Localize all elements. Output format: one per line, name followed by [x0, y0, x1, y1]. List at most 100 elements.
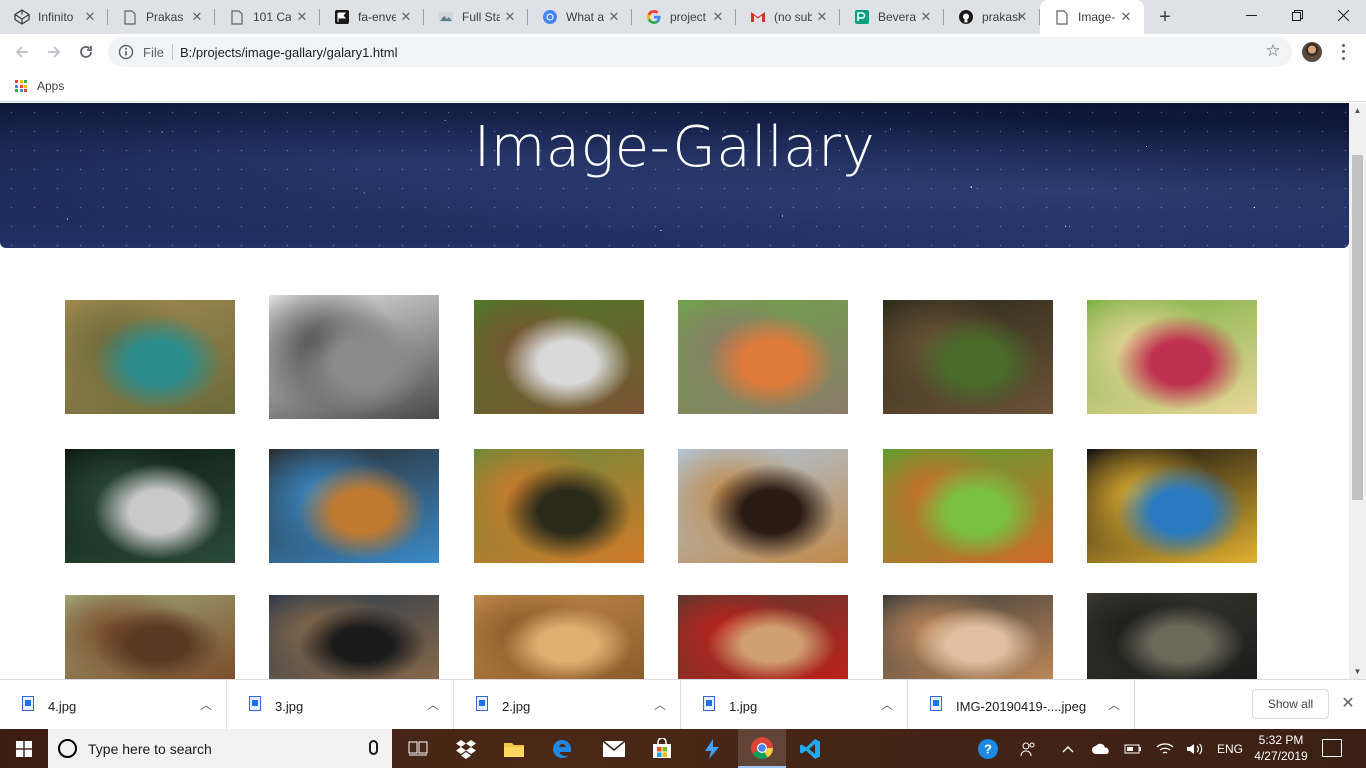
tab-infinito[interactable]: Infinito ✕	[0, 0, 108, 34]
gallery-image-duck[interactable]	[65, 449, 235, 563]
gallery-image-alpaca[interactable]	[474, 300, 644, 414]
chevron-up-icon[interactable]	[1056, 729, 1080, 768]
gallery-image-tiger[interactable]	[474, 449, 644, 563]
gallery-image-goose[interactable]	[678, 300, 848, 414]
close-icon[interactable]: ✕	[608, 10, 620, 23]
scroll-thumb[interactable]	[1352, 155, 1363, 500]
microphone-icon[interactable]	[369, 740, 378, 755]
chevron-up-icon[interactable]: ︿	[1108, 696, 1120, 713]
kebab-menu-icon[interactable]	[1336, 42, 1350, 62]
gallery-image-foxes[interactable]	[883, 449, 1053, 563]
close-window-button[interactable]	[1320, 0, 1366, 30]
close-icon[interactable]: ✕	[400, 10, 412, 23]
page-icon	[229, 9, 245, 25]
download-item[interactable]: 1.jpg ︿	[681, 680, 908, 730]
gallery-image-rooster[interactable]	[678, 595, 848, 679]
gallery-image-macaw[interactable]	[1087, 449, 1257, 563]
tab-prakash[interactable]: Prakash ✕	[108, 0, 215, 34]
system-clock[interactable]: 5:32 PM 4/27/2019	[1248, 732, 1314, 764]
image-grid	[0, 103, 1349, 679]
people-icon[interactable]	[1014, 729, 1042, 768]
image-icon	[438, 9, 454, 25]
pexels-icon	[854, 9, 870, 25]
forward-button[interactable]	[42, 40, 66, 64]
mail-icon[interactable]	[590, 729, 638, 768]
image-file-icon	[22, 696, 34, 711]
info-icon[interactable]	[118, 44, 134, 60]
download-item[interactable]: 4.jpg ︿	[0, 680, 227, 730]
chrome-icon[interactable]	[738, 729, 786, 768]
url-text[interactable]: B:/projects/image-gallary/galary1.html	[180, 45, 397, 60]
action-center-icon[interactable]	[1322, 739, 1342, 757]
back-button[interactable]	[10, 40, 34, 64]
gallery-image-fawn[interactable]	[883, 595, 1053, 679]
tab-github[interactable]: prakash ✕	[944, 0, 1040, 34]
close-icon[interactable]: ✕	[1016, 10, 1028, 23]
tab-gmail[interactable]: (no sub ✕	[736, 0, 840, 34]
new-tab-button[interactable]: +	[1155, 7, 1175, 27]
store-icon[interactable]	[638, 729, 686, 768]
gallery-image-squirrel[interactable]	[678, 449, 848, 563]
google-icon	[646, 9, 662, 25]
taskbar-search[interactable]: Type here to search	[48, 729, 392, 768]
scheme-label: File	[143, 45, 164, 60]
download-item[interactable]: 2.jpg ︿	[454, 680, 681, 730]
minimize-button[interactable]	[1228, 0, 1274, 30]
bookmark-star-icon[interactable]: ☆	[1264, 42, 1282, 60]
close-icon[interactable]: ✕	[920, 10, 932, 23]
gallery-image-horse[interactable]	[65, 595, 235, 679]
vscode-icon[interactable]	[786, 729, 834, 768]
chevron-up-icon[interactable]: ︿	[654, 696, 666, 713]
chevron-up-icon[interactable]: ︿	[881, 696, 893, 713]
tab-beverage[interactable]: Beverag ✕	[840, 0, 944, 34]
tab-image-gallary[interactable]: Image- ✕	[1040, 0, 1144, 34]
chevron-up-icon[interactable]: ︿	[200, 696, 212, 713]
tab-project[interactable]: project ✕	[632, 0, 736, 34]
battery-icon[interactable]	[1120, 729, 1146, 768]
gallery-image-bee-eaters[interactable]	[65, 300, 235, 414]
tab-101-cat[interactable]: 101 Cat ✕	[215, 0, 320, 34]
file-explorer-icon[interactable]	[490, 729, 538, 768]
restore-button[interactable]	[1274, 0, 1320, 30]
download-item[interactable]: IMG-20190419-....jpeg ︿	[908, 680, 1135, 730]
wifi-icon[interactable]	[1152, 729, 1178, 768]
download-item[interactable]: 3.jpg ︿	[227, 680, 454, 730]
apps-shortcut[interactable]: Apps	[15, 79, 64, 93]
tab-full-stack[interactable]: Full Sta ✕	[424, 0, 528, 34]
tab-what-a[interactable]: What a ✕	[528, 0, 632, 34]
language-indicator[interactable]: ENG	[1212, 729, 1248, 768]
edge-icon[interactable]	[538, 729, 586, 768]
tab-fa-envelope[interactable]: fa-enve ✕	[320, 0, 424, 34]
profile-avatar[interactable]	[1302, 42, 1322, 62]
gallery-image-butterfly[interactable]	[1087, 300, 1257, 414]
chevron-up-icon[interactable]: ︿	[427, 696, 439, 713]
image-file-icon	[249, 696, 261, 711]
reload-button[interactable]	[74, 40, 98, 64]
scroll-up-icon[interactable]: ▲	[1353, 106, 1362, 115]
gallery-image-kingfisher[interactable]	[269, 449, 439, 563]
close-icon[interactable]: ✕	[712, 10, 724, 23]
close-icon[interactable]: ✕	[1340, 696, 1356, 712]
address-bar[interactable]: File B:/projects/image-gallary/galary1.h…	[108, 37, 1292, 67]
close-icon[interactable]: ✕	[296, 10, 308, 23]
gallery-image-lion[interactable]	[474, 595, 644, 679]
gallery-image-chimpanzee[interactable]	[1087, 593, 1257, 679]
azure-icon[interactable]	[688, 729, 736, 768]
close-icon[interactable]: ✕	[816, 10, 828, 23]
onedrive-icon[interactable]	[1088, 729, 1114, 768]
gallery-image-dog[interactable]	[269, 595, 439, 679]
scroll-down-icon[interactable]: ▼	[1353, 667, 1362, 676]
page-scrollbar[interactable]: ▲ ▼	[1349, 103, 1366, 679]
show-all-button[interactable]: Show all	[1252, 689, 1329, 719]
gallery-image-bears[interactable]	[883, 300, 1053, 414]
dropbox-icon[interactable]	[442, 729, 490, 768]
close-icon[interactable]: ✕	[84, 10, 96, 23]
help-icon[interactable]: ?	[974, 729, 1002, 768]
gallery-image-cat[interactable]	[269, 295, 439, 419]
close-icon[interactable]: ✕	[191, 10, 203, 23]
start-button[interactable]	[0, 729, 48, 768]
task-view-icon[interactable]	[394, 729, 442, 768]
volume-icon[interactable]	[1182, 729, 1208, 768]
close-icon[interactable]: ✕	[504, 10, 516, 23]
close-icon[interactable]: ✕	[1120, 10, 1132, 23]
